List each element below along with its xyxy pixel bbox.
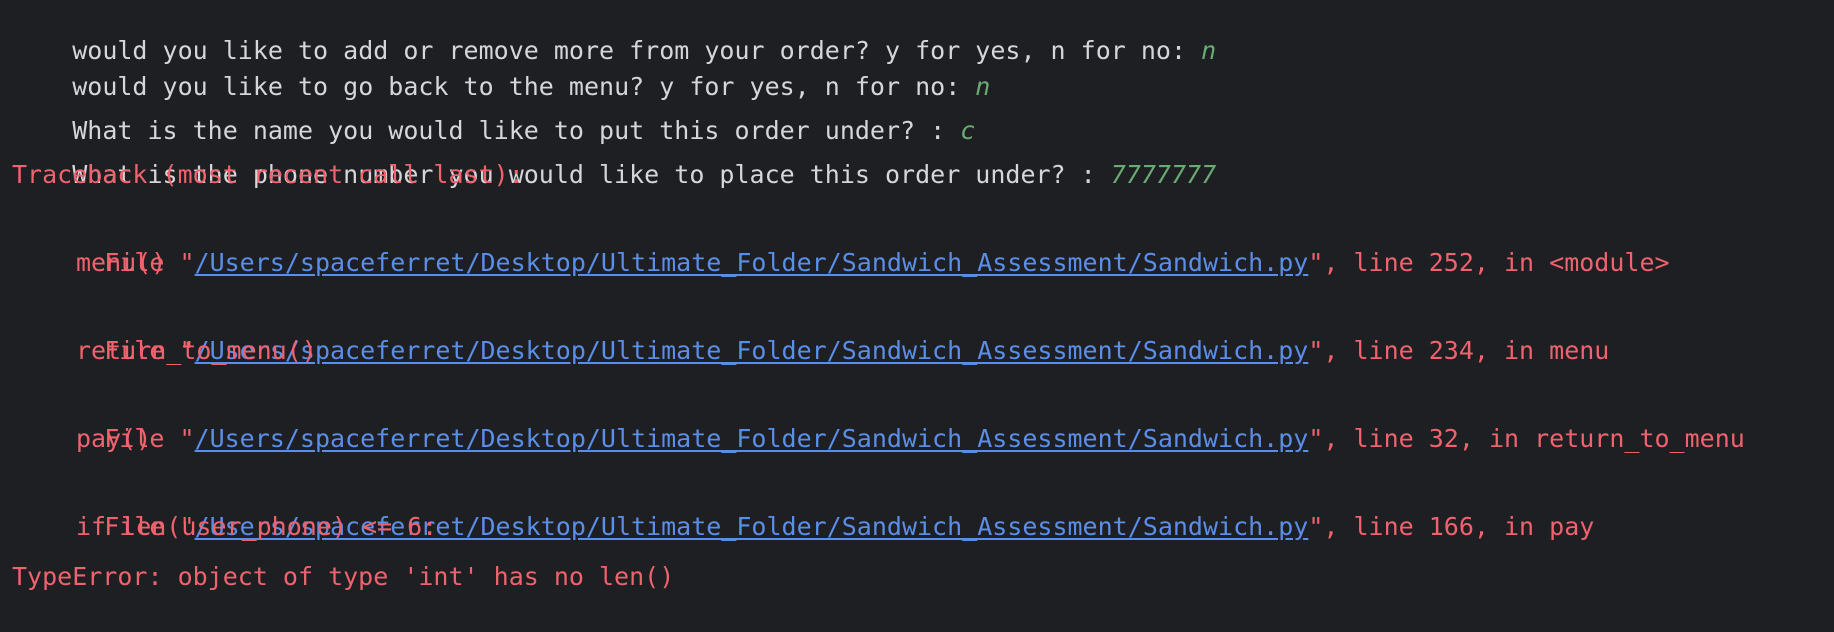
run-console-output: would you like to add or remove more fro…	[0, 0, 1834, 632]
frame-location: ", line 252, in <module>	[1308, 248, 1670, 277]
file-path-link[interactable]: /Users/spaceferret/Desktop/Ultimate_Fold…	[195, 424, 1309, 453]
file-path-link[interactable]: /Users/spaceferret/Desktop/Ultimate_Fold…	[195, 248, 1309, 277]
traceback-code-line: if len(user_phone) <= 6:	[76, 512, 438, 541]
traceback-code-line: pay()	[76, 424, 152, 453]
traceback-frame-line: File "/Users/spaceferret/Desktop/Ultimat…	[44, 461, 1594, 541]
file-path-link[interactable]: /Users/spaceferret/Desktop/Ultimate_Fold…	[195, 336, 1309, 365]
frame-location: ", line 32, in return_to_menu	[1308, 424, 1745, 453]
traceback-frame-line: File "/Users/spaceferret/Desktop/Ultimat…	[44, 197, 1669, 277]
error-message: TypeError: object of type 'int' has no l…	[12, 562, 675, 591]
frame-location: ", line 166, in pay	[1308, 512, 1595, 541]
user-input-value: 7777777	[1110, 160, 1217, 189]
traceback-frame-line: File "/Users/spaceferret/Desktop/Ultimat…	[44, 373, 1745, 453]
console-prompt-line: What is the phone number you would like …	[12, 109, 1216, 189]
traceback-frame-line: File "/Users/spaceferret/Desktop/Ultimat…	[44, 285, 1609, 365]
user-input-value: n	[1201, 36, 1217, 65]
traceback-header: Traceback (most recent call last):	[12, 160, 524, 189]
console-prompt-line: What is the name you would like to put t…	[12, 65, 975, 145]
frame-location: ", line 234, in menu	[1308, 336, 1610, 365]
traceback-code-line: return_to_menu()	[76, 336, 317, 365]
console-prompt-line: would you like to go back to the menu? y…	[12, 21, 990, 101]
traceback-code-line: menu()	[76, 248, 167, 277]
user-input-value: n	[975, 72, 991, 101]
